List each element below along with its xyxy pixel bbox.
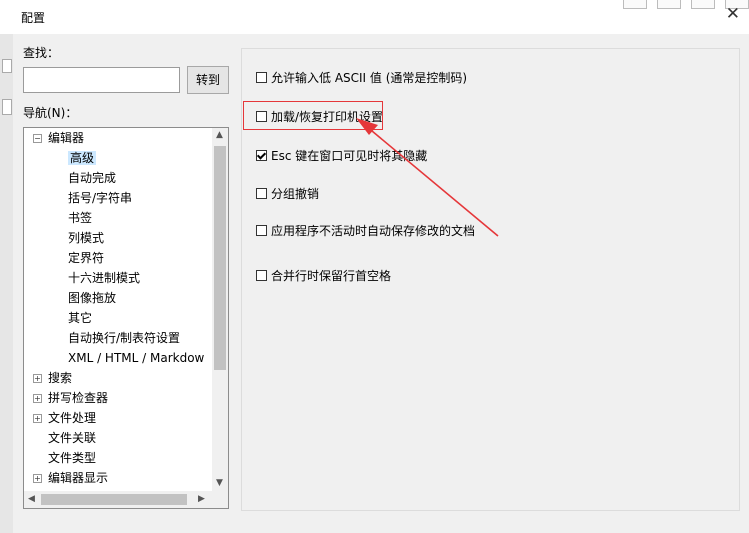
annotation-arrow [356, 118, 499, 237]
